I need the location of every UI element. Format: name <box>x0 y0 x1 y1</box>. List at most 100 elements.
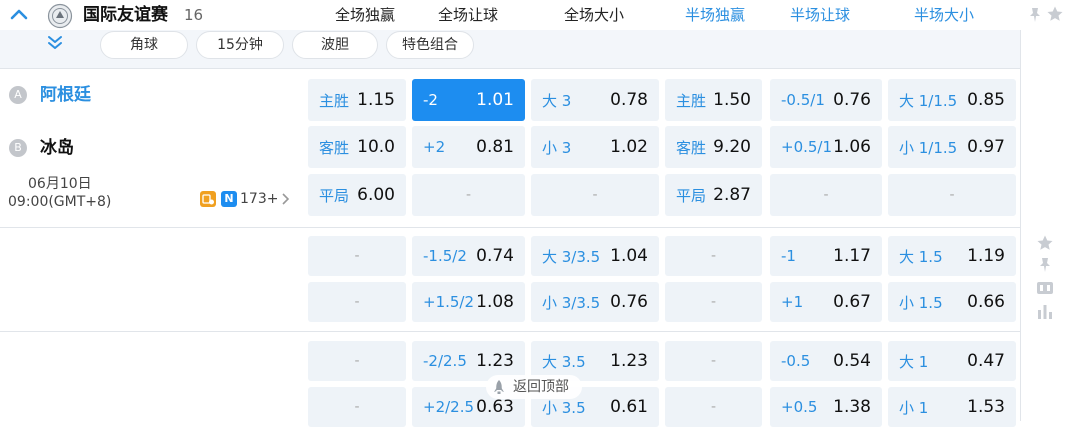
odds-label: 平局 <box>319 186 350 205</box>
odds-value: 1.01 <box>476 90 514 110</box>
odds-cell[interactable]: +0.5/1 1.06 <box>770 126 882 168</box>
odds-cell[interactable]: +2 0.81 <box>412 126 525 168</box>
odds-value: 6.00 <box>357 185 395 205</box>
home-badge: A <box>9 86 27 104</box>
odds-cell[interactable]: 客胜 10.0 <box>308 126 406 168</box>
odds-cell-empty: - <box>308 341 406 381</box>
odds-empty-dash: - <box>710 248 717 264</box>
odds-cell[interactable]: -1 1.17 <box>770 236 882 276</box>
filter-15min[interactable]: 15分钟 <box>196 31 284 59</box>
odds-cell[interactable]: 小 1 1.53 <box>888 387 1016 427</box>
odds-label: -2 <box>423 91 438 109</box>
header-column: 全场让球 <box>437 6 498 24</box>
odds-label: 平局 <box>676 186 707 205</box>
odds-cell[interactable]: 小 3/3.5 0.76 <box>531 282 659 322</box>
odds-label: -0.5 <box>781 352 811 370</box>
divider <box>0 68 1020 69</box>
odds-value: 0.97 <box>967 137 1005 157</box>
odds-empty-dash: - <box>354 294 360 310</box>
odds-cell-empty: - <box>308 236 406 276</box>
odds-empty-dash: - <box>354 353 360 369</box>
expand-button[interactable] <box>44 32 66 54</box>
back-to-top-button[interactable]: 返回顶部 <box>486 375 582 399</box>
odds-value: 2.87 <box>713 185 751 205</box>
odds-empty-dash: - <box>354 248 360 264</box>
odds-cell[interactable]: 大 1.5 1.19 <box>888 236 1016 276</box>
collapse-league-button[interactable] <box>9 4 29 26</box>
odds-cell[interactable]: 小 3 1.02 <box>531 126 659 168</box>
odds-empty-dash: - <box>710 399 717 415</box>
odds-value: 1.23 <box>610 351 648 371</box>
odds-label: 小 1/1.5 <box>899 138 958 157</box>
odds-empty-dash: - <box>823 187 829 203</box>
odds-cell[interactable]: 客胜 9.20 <box>665 126 762 168</box>
odds-label: 小 1 <box>899 398 929 417</box>
double-chevron-down-icon <box>48 36 62 49</box>
away-team-name[interactable]: 冰岛 <box>40 137 74 159</box>
away-badge: B <box>9 139 27 157</box>
odds-value: 0.67 <box>833 292 871 312</box>
odds-cell[interactable]: -1.5/2 0.74 <box>412 236 525 276</box>
odds-label: +1.5/2 <box>423 293 475 311</box>
filter-correct-score[interactable]: 波胆 <box>292 31 378 59</box>
odds-value: 0.76 <box>610 292 648 312</box>
odds-cell[interactable]: 大 1/1.5 0.85 <box>888 79 1016 121</box>
odds-cell[interactable]: -2 1.01 <box>412 79 525 121</box>
match-date: 06月10日 <box>28 176 92 192</box>
more-markets-count[interactable]: 173+ <box>240 190 278 208</box>
live-stream-icon[interactable] <box>200 191 216 207</box>
odds-value: 0.66 <box>967 292 1005 312</box>
odds-value: 0.61 <box>610 397 648 417</box>
chevron-right-icon[interactable] <box>280 191 292 207</box>
odds-cell[interactable]: 小 1.5 0.66 <box>888 282 1016 322</box>
odds-value: 1.02 <box>610 137 648 157</box>
odds-cell[interactable]: +1.5/2 1.08 <box>412 282 525 322</box>
odds-label: 大 3 <box>542 91 572 110</box>
odds-label: 客胜 <box>676 138 707 157</box>
header-column: 半场大小 <box>913 6 974 24</box>
odds-cell-empty: - <box>665 387 762 427</box>
odds-cell[interactable]: 主胜 1.50 <box>665 79 762 121</box>
odds-empty-dash: - <box>354 399 360 415</box>
header-column: 全场独赢 <box>334 6 395 24</box>
odds-cell[interactable]: 小 1/1.5 0.97 <box>888 126 1016 168</box>
odds-value: 0.47 <box>967 351 1005 371</box>
star-icon[interactable] <box>1036 234 1054 252</box>
home-team-name[interactable]: 阿根廷 <box>40 84 91 106</box>
pin-icon[interactable] <box>1026 6 1044 24</box>
odds-cell[interactable]: 大 3/3.5 1.04 <box>531 236 659 276</box>
odds-cell[interactable]: +1 0.67 <box>770 282 882 322</box>
odds-cell-empty: - <box>531 174 659 216</box>
star-icon[interactable] <box>1046 5 1064 23</box>
scoreboard-icon[interactable] <box>1036 280 1054 296</box>
pin-icon[interactable] <box>1036 256 1054 274</box>
odds-cell[interactable]: +0.5 1.38 <box>770 387 882 427</box>
filter-corners[interactable]: 角球 <box>100 31 188 59</box>
odds-label: 小 1.5 <box>899 293 943 312</box>
odds-cell[interactable]: 平局 2.87 <box>665 174 762 216</box>
odds-value: 1.04 <box>610 246 648 266</box>
odds-label: +0.5/1 <box>781 138 833 156</box>
odds-label: 主胜 <box>676 91 707 110</box>
rocket-icon <box>494 380 504 394</box>
odds-value: 0.78 <box>610 90 648 110</box>
bar-chart-icon[interactable] <box>1036 302 1054 320</box>
odds-value: 1.53 <box>967 397 1005 417</box>
odds-empty-dash: - <box>710 353 717 369</box>
odds-label: +0.5 <box>781 398 818 416</box>
odds-value: 0.54 <box>833 351 871 371</box>
odds-cell[interactable]: -0.5 0.54 <box>770 341 882 381</box>
odds-cell-empty: - <box>665 341 762 381</box>
odds-label: 大 1/1.5 <box>899 91 958 110</box>
odds-cell[interactable]: 主胜 1.15 <box>308 79 406 121</box>
odds-cell[interactable]: 大 1 0.47 <box>888 341 1016 381</box>
odds-value: 1.17 <box>833 246 871 266</box>
odds-label: +1 <box>781 293 804 311</box>
odds-cell[interactable]: 平局 6.00 <box>308 174 406 216</box>
back-to-top-label: 返回顶部 <box>513 379 569 395</box>
odds-cell[interactable]: -0.5/1 0.76 <box>770 79 882 121</box>
side-divider <box>1020 30 1021 421</box>
odds-label: 大 1 <box>899 352 929 371</box>
odds-cell[interactable]: 大 3 0.78 <box>531 79 659 121</box>
filter-combo[interactable]: 特色组合 <box>386 31 474 59</box>
